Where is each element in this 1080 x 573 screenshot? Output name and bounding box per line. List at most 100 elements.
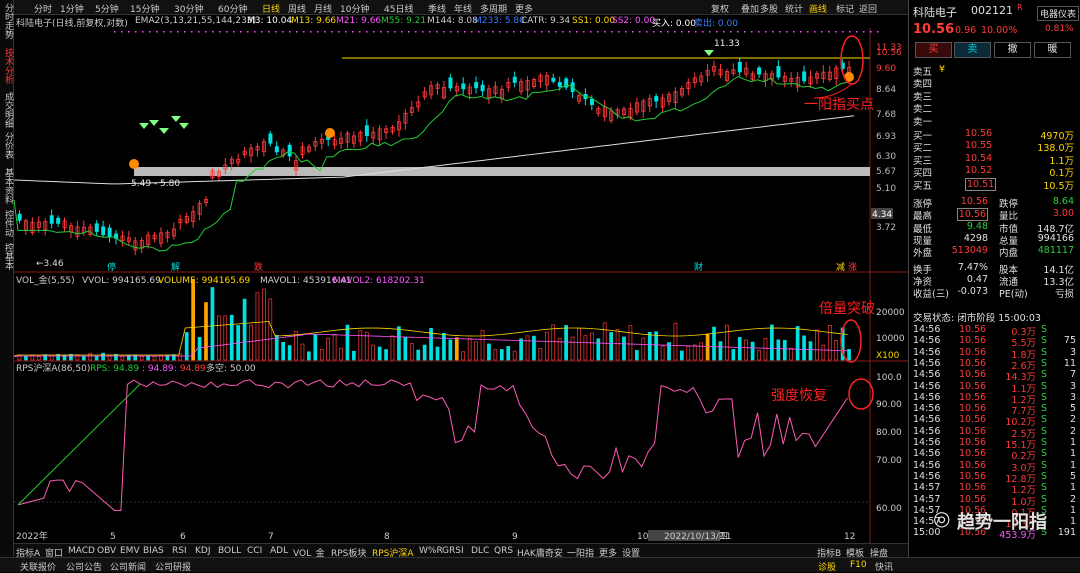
left-tab[interactable]: 成交明细 — [1, 92, 13, 128]
top-dots — [114, 31, 116, 33]
volume-bar — [217, 315, 221, 361]
info-value: M233: 5.80 — [474, 16, 525, 26]
price-axis-tick: 5.10 — [876, 184, 896, 194]
status-link-right[interactable]: F10 — [850, 560, 867, 570]
left-tab[interactable]: 控件动 — [1, 210, 13, 237]
indicator-tab[interactable]: DLC — [471, 546, 489, 556]
status-link[interactable]: 关联报价 — [20, 560, 56, 573]
toolbar-btn[interactable]: 复权 — [711, 2, 729, 15]
price-axis-tick: 8.64 — [876, 85, 896, 95]
gap-band — [134, 167, 870, 176]
trade-count: 1 — [1069, 516, 1076, 528]
status-link[interactable]: 公司公告 — [66, 560, 102, 573]
period-tab[interactable]: 15分钟 — [130, 2, 159, 15]
period-tab[interactable]: 月线 — [314, 2, 332, 15]
toolbar-btn[interactable]: 返回 — [859, 2, 877, 15]
top-dots — [667, 31, 669, 33]
period-tab[interactable]: 60分钟 — [218, 2, 247, 15]
top-dots — [702, 31, 704, 33]
period-tab[interactable]: 5分钟 — [95, 2, 119, 15]
trade-time: 14:57 — [913, 482, 941, 494]
indicator-tab[interactable]: BIAS — [143, 546, 164, 556]
price-axis-tick: 6.30 — [876, 152, 896, 162]
indicator-tab[interactable]: EMV — [120, 546, 140, 556]
indicator-tab[interactable]: W%R — [419, 546, 443, 556]
stat-value: 994166 — [1037, 232, 1074, 244]
volume-bar — [377, 346, 382, 361]
trading-state: 交易状态: 闭市阶段 15:00:03 — [913, 313, 1041, 324]
trade-count: 2 — [1069, 493, 1076, 505]
indicator-tab[interactable]: RSI — [172, 546, 187, 556]
sell-button[interactable]: 卖 — [954, 42, 991, 58]
volume-bar — [487, 343, 491, 361]
trade-price: 10.56 — [959, 391, 987, 403]
candle — [101, 226, 106, 236]
indicator-tab[interactable]: GRSI — [442, 546, 464, 556]
top-dots — [583, 31, 585, 33]
period-tab[interactable]: 季线 — [428, 2, 446, 15]
left-tab[interactable]: 控基本 — [1, 243, 13, 270]
candle — [557, 82, 562, 87]
period-toolbar: 分时 1分钟 5分钟 15分钟 30分钟 60分钟 日线 周线 月线 10分钟 45日线 季线 年线 多周… — [14, 0, 908, 15]
candle — [448, 77, 453, 89]
cancel-button[interactable]: 撤 — [994, 42, 1031, 58]
status-link[interactable]: 公司新闻 — [110, 560, 146, 573]
indicator-tab[interactable]: BOLL — [218, 546, 241, 556]
volume-bar — [583, 335, 588, 361]
top-dots — [184, 31, 186, 33]
volume-bar — [435, 346, 440, 361]
volume-bar — [782, 339, 787, 361]
period-tab[interactable]: 日线 — [262, 2, 280, 15]
left-tab[interactable]: 基本资料 — [1, 168, 13, 204]
top-dots — [520, 31, 522, 33]
toolbar-btn[interactable]: 标记 — [836, 2, 854, 15]
period-tab[interactable]: 30分钟 — [174, 2, 203, 15]
left-tab[interactable]: 分时走势 — [1, 3, 13, 39]
trade-count: 1 — [1069, 482, 1076, 494]
indicator-tab[interactable]: ADL — [270, 546, 288, 556]
indicator-tab[interactable]: MACD — [68, 546, 95, 556]
period-tab[interactable]: 年线 — [454, 2, 472, 15]
top-dots — [744, 31, 746, 33]
stat-value: 7.47% — [957, 261, 988, 273]
volume-bar — [101, 352, 105, 361]
volume-bar — [191, 279, 195, 361]
stock-code: 002121 — [971, 4, 1013, 17]
trade-time: 14:56 — [913, 437, 941, 448]
toolbar-btn[interactable]: 多股 — [760, 2, 778, 15]
indicator-tab[interactable]: OBV — [97, 546, 116, 556]
toolbar-btn[interactable]: 统计 — [785, 2, 803, 15]
stock-chart-area[interactable]: 11.33 10.56 9.60 8.64 7.68 6.93 6.30 5.67 5.10 4.… — [14, 28, 908, 543]
vol-mavol2: MAVOL2: 618202.31 — [333, 276, 425, 286]
period-tab[interactable]: 更多 — [515, 2, 533, 15]
indicator-tab[interactable]: KDJ — [195, 546, 211, 556]
top-dots — [604, 31, 606, 33]
rps-bullbear: 多空: 50.00 — [206, 362, 256, 374]
industry-tag[interactable]: 电器仪表 — [1037, 6, 1080, 21]
status-link[interactable]: 公司研报 — [155, 560, 191, 573]
indicator-tab[interactable]: CCI — [247, 546, 262, 556]
low-price-label: ←3.46 — [36, 259, 64, 269]
status-link-right[interactable]: 诊股 — [818, 560, 836, 573]
period-tab[interactable]: 多周期 — [480, 2, 507, 15]
warm-button[interactable]: 暖 — [1034, 42, 1071, 58]
toolbar-btn[interactable]: 叠加 — [741, 2, 759, 15]
period-tab[interactable]: 分时 — [34, 2, 52, 15]
period-tab[interactable]: 周线 — [288, 2, 306, 15]
left-tab[interactable]: 分价表 — [1, 132, 13, 159]
candle — [107, 227, 112, 238]
indicator-tab[interactable]: QRS — [494, 546, 513, 556]
buy-button[interactable]: 买 — [915, 42, 952, 58]
toolbar-btn[interactable]: 画线 — [809, 2, 827, 15]
trade-count: 3 — [1069, 380, 1076, 392]
top-dots — [751, 31, 753, 33]
candle — [268, 133, 273, 144]
trade-side: S — [1041, 425, 1048, 437]
period-tab[interactable]: 1分钟 — [60, 2, 84, 15]
period-tab[interactable]: 10分钟 — [340, 2, 369, 15]
status-link-right[interactable]: 快讯 — [875, 560, 893, 573]
period-tab[interactable]: 45日线 — [384, 2, 413, 15]
stat-label: 外盘 — [913, 248, 933, 260]
left-tab[interactable]: 技术分析 — [1, 48, 13, 84]
top-dots — [737, 31, 739, 33]
